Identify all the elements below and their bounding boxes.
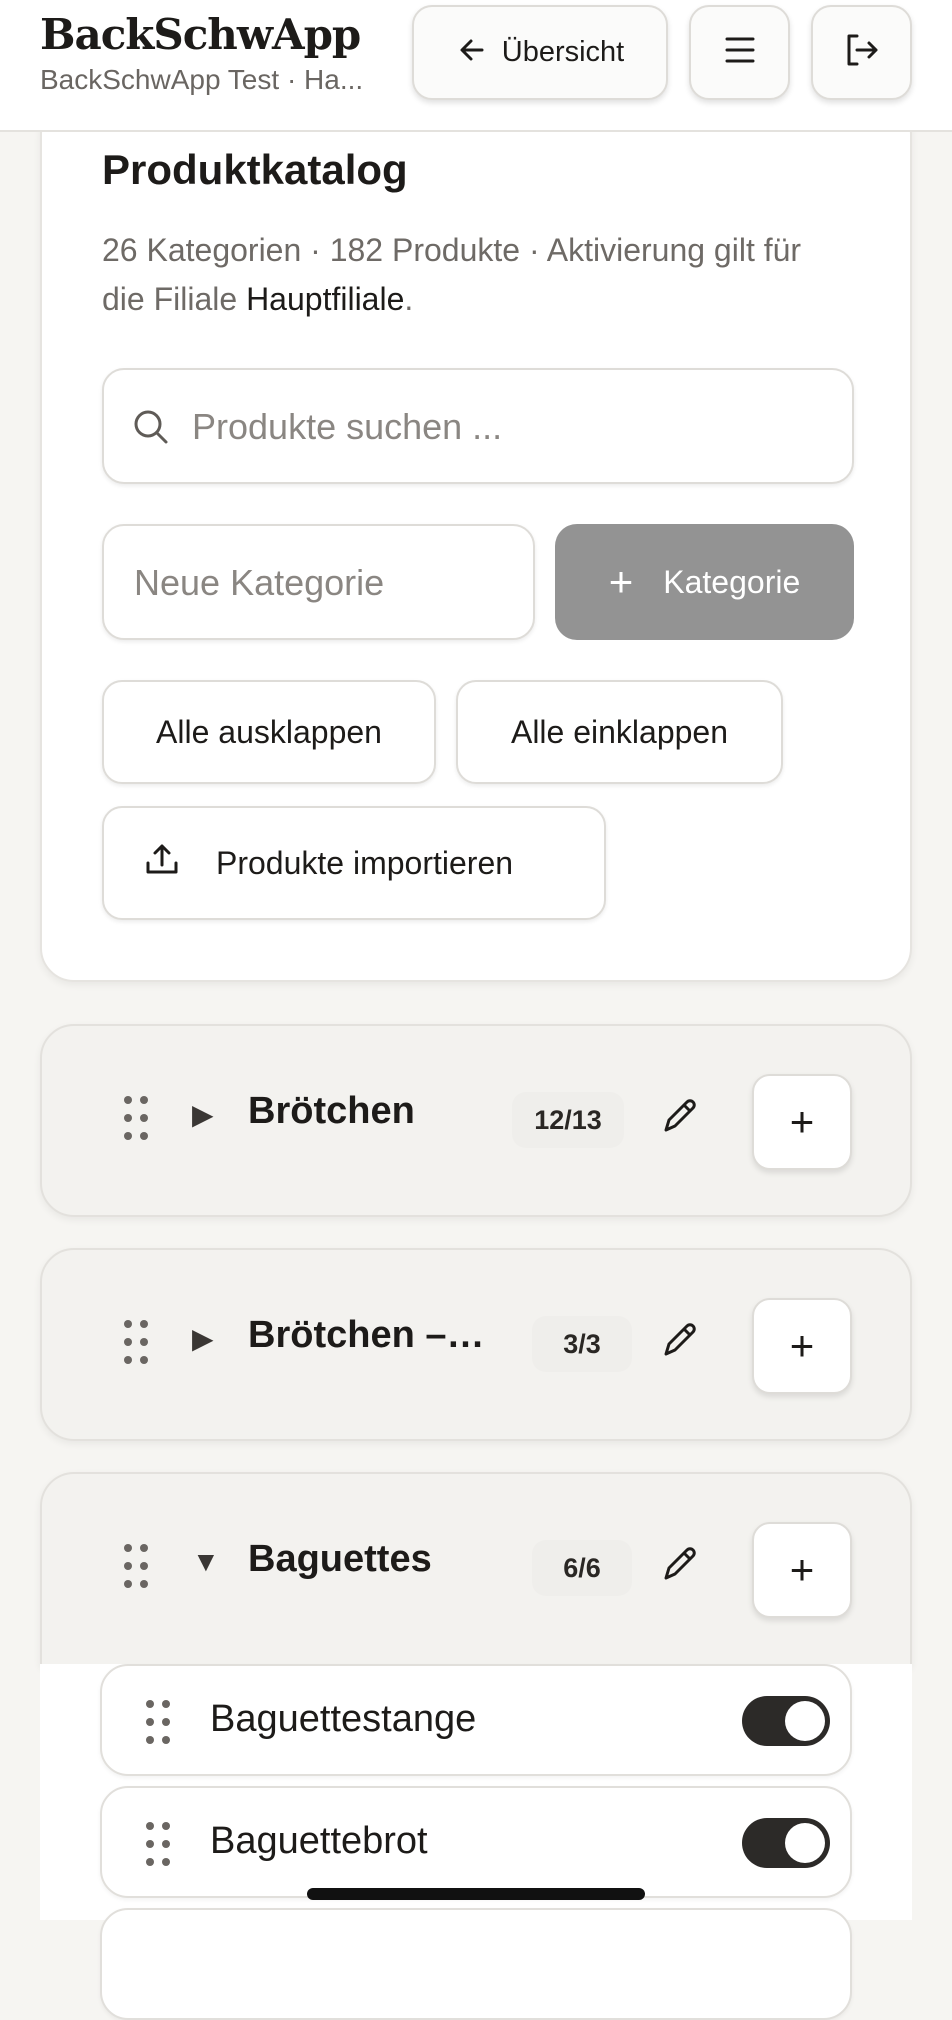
catalog-info: 26 Kategorien · 182 Produkte · Aktivieru…: [102, 226, 842, 324]
page-title: Produktkatalog: [102, 146, 408, 193]
category-count-badge: 3/3: [532, 1316, 632, 1372]
product-row: Baguettebrot: [100, 1786, 852, 1898]
upload-icon: [144, 841, 180, 885]
search-icon: [132, 408, 170, 451]
expand-caret-icon[interactable]: ▶: [192, 1098, 214, 1131]
category-header[interactable]: ▶ Brötchen – ... 3/3 +: [42, 1250, 910, 1439]
logout-button[interactable]: [811, 5, 912, 100]
product-name: Baguettestange: [210, 1698, 477, 1740]
category-header[interactable]: ▶ Brötchen 12/13 +: [42, 1026, 910, 1215]
collapse-all-button[interactable]: Alle einklappen: [456, 680, 783, 784]
category-card: ▶ Brötchen 12/13 +: [40, 1024, 912, 1217]
pencil-icon[interactable]: [658, 1542, 702, 1591]
back-to-overview-button[interactable]: Übersicht: [412, 5, 668, 100]
drag-handle-icon[interactable]: [124, 1544, 148, 1588]
toggle-knob: [785, 1823, 825, 1863]
arrow-left-icon: [456, 34, 488, 71]
drag-handle-icon[interactable]: [146, 1822, 170, 1866]
collapse-caret-icon[interactable]: ▼: [192, 1546, 220, 1578]
category-name: Baguettes: [248, 1538, 432, 1580]
catalog-info-text: 26 Kategorien · 182 Produkte · Aktivieru…: [102, 232, 802, 317]
product-active-toggle[interactable]: [742, 1696, 830, 1746]
menu-button[interactable]: [689, 5, 790, 100]
drag-handle-icon[interactable]: [146, 1700, 170, 1744]
category-card: ▼ Baguettes 6/6 +: [40, 1472, 912, 1666]
add-product-button[interactable]: +: [752, 1074, 852, 1170]
plus-icon: +: [789, 1546, 815, 1593]
category-card: ▶ Brötchen – ... 3/3 +: [40, 1248, 912, 1441]
home-indicator[interactable]: [307, 1888, 645, 1900]
hamburger-icon: [724, 35, 756, 70]
add-category-label: Kategorie: [663, 563, 801, 600]
pencil-icon[interactable]: [658, 1318, 702, 1367]
category-name: Brötchen: [248, 1090, 415, 1132]
category-count-badge: 6/6: [532, 1540, 632, 1596]
new-category-input[interactable]: [134, 556, 514, 610]
add-product-button[interactable]: +: [752, 1298, 852, 1394]
category-header[interactable]: ▼ Baguettes 6/6 +: [42, 1474, 910, 1664]
branch-name: Hauptfiliale: [246, 281, 405, 317]
product-name: Baguettebrot: [210, 1820, 428, 1862]
add-category-button[interactable]: + Kategorie: [555, 524, 854, 640]
back-button-label: Übersicht: [501, 36, 625, 68]
plus-icon: +: [608, 558, 634, 605]
plus-icon: +: [789, 1322, 815, 1369]
category-count-badge: 12/13: [512, 1092, 624, 1148]
new-category-field[interactable]: [102, 524, 535, 640]
add-product-button[interactable]: +: [752, 1522, 852, 1618]
product-list: Baguettestange Baguettebrot: [40, 1664, 912, 2020]
product-active-toggle[interactable]: [742, 1818, 830, 1868]
drag-handle-icon[interactable]: [124, 1320, 148, 1364]
app-title: BackSchwApp: [40, 10, 361, 59]
expand-caret-icon[interactable]: ▶: [192, 1322, 214, 1355]
import-products-button[interactable]: Produkte importieren: [102, 806, 606, 920]
search-field[interactable]: [102, 368, 854, 484]
pencil-icon[interactable]: [658, 1094, 702, 1143]
expand-all-button[interactable]: Alle ausklappen: [102, 680, 436, 784]
catalog-info-suffix: .: [404, 281, 414, 317]
app-header: BackSchwApp BackSchwApp Test · Ha... Übe…: [0, 0, 952, 132]
app-subtitle: BackSchwApp Test · Ha...: [40, 64, 364, 95]
plus-icon: +: [789, 1098, 815, 1145]
category-name: Brötchen – ...: [248, 1314, 488, 1356]
import-products-label: Produkte importieren: [216, 844, 514, 881]
catalog-card: Produktkatalog 26 Kategorien · 182 Produ…: [40, 100, 912, 982]
logout-icon: [844, 33, 880, 72]
product-row: Baguettestange: [100, 1664, 852, 1776]
search-input[interactable]: [192, 400, 832, 454]
drag-handle-icon[interactable]: [124, 1096, 148, 1140]
toggle-knob: [785, 1701, 825, 1741]
product-row: [100, 1908, 852, 2020]
